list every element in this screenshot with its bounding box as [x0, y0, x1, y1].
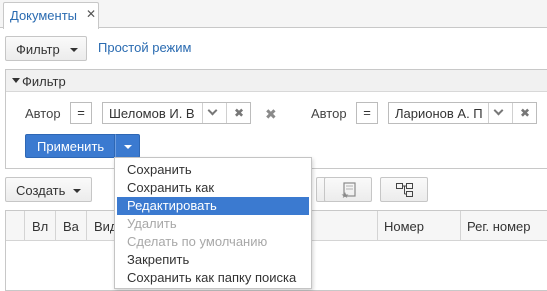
- apply-button[interactable]: Применить: [25, 134, 115, 158]
- menu-item-pin[interactable]: Закрепить: [117, 251, 309, 269]
- menu-item-edit[interactable]: Редактировать: [117, 197, 309, 215]
- apply-dropdown-toggle[interactable]: [115, 134, 140, 158]
- clear-icon[interactable]: ✖: [520, 106, 530, 120]
- menu-item-save-as[interactable]: Сохранить как: [117, 179, 309, 197]
- chevron-down-icon: [73, 189, 81, 193]
- apply-dropdown-menu: Сохранить Сохранить как Редактировать Уд…: [114, 157, 312, 289]
- menu-item-delete: Удалить: [127, 216, 177, 231]
- filter-panel-header[interactable]: [6, 70, 547, 92]
- column-header[interactable]: Ва: [63, 219, 79, 234]
- column-header[interactable]: Рег. номер: [467, 219, 531, 234]
- condition-1-value: Шеломов И. В: [109, 106, 195, 121]
- condition-2-operator[interactable]: =: [356, 102, 378, 124]
- condition-2-value: Ларионов А. П: [395, 106, 483, 121]
- tree-structure-icon: [396, 183, 413, 197]
- chevron-down-icon[interactable]: [207, 105, 218, 116]
- condition-1-field: Автор: [25, 106, 61, 121]
- menu-item-save[interactable]: Сохранить: [117, 161, 309, 179]
- star-document-icon: [341, 182, 356, 198]
- condition-1-operator[interactable]: =: [70, 102, 92, 124]
- remove-condition-icon[interactable]: ✖: [265, 106, 277, 123]
- simple-mode-link[interactable]: Простой режим: [98, 40, 191, 55]
- tab-documents[interactable]: Документы ✕: [3, 2, 99, 29]
- condition-1-value-field[interactable]: Шеломов И. В ✖: [102, 102, 251, 124]
- create-button[interactable]: Создать: [5, 177, 92, 202]
- column-header[interactable]: Вл: [32, 219, 48, 234]
- apply-button-label: Применить: [37, 139, 105, 154]
- condition-2-value-field[interactable]: Ларионов А. П ✖: [388, 102, 537, 124]
- filter-panel-title: Фильтр: [22, 74, 66, 89]
- chevron-down-icon[interactable]: [493, 105, 504, 116]
- column-header[interactable]: Номер: [384, 219, 424, 234]
- chevron-down-icon: [70, 48, 78, 52]
- collapse-triangle-icon[interactable]: [12, 78, 20, 83]
- tab-documents-label: Документы: [10, 8, 78, 23]
- condition-2-field: Автор: [311, 106, 347, 121]
- filter-button[interactable]: Фильтр: [5, 36, 87, 61]
- add-to-favorites-button[interactable]: [324, 177, 372, 202]
- chevron-down-icon: [124, 145, 132, 149]
- tree-view-button[interactable]: [380, 177, 428, 202]
- clear-icon[interactable]: ✖: [234, 106, 244, 120]
- menu-item-set-default: Сделать по умолчанию: [127, 234, 268, 249]
- filter-button-label: Фильтр: [16, 42, 60, 57]
- menu-item-save-as-search-folder[interactable]: Сохранить как папку поиска: [117, 269, 309, 287]
- create-button-label: Создать: [16, 183, 66, 198]
- close-icon[interactable]: ✕: [86, 7, 96, 21]
